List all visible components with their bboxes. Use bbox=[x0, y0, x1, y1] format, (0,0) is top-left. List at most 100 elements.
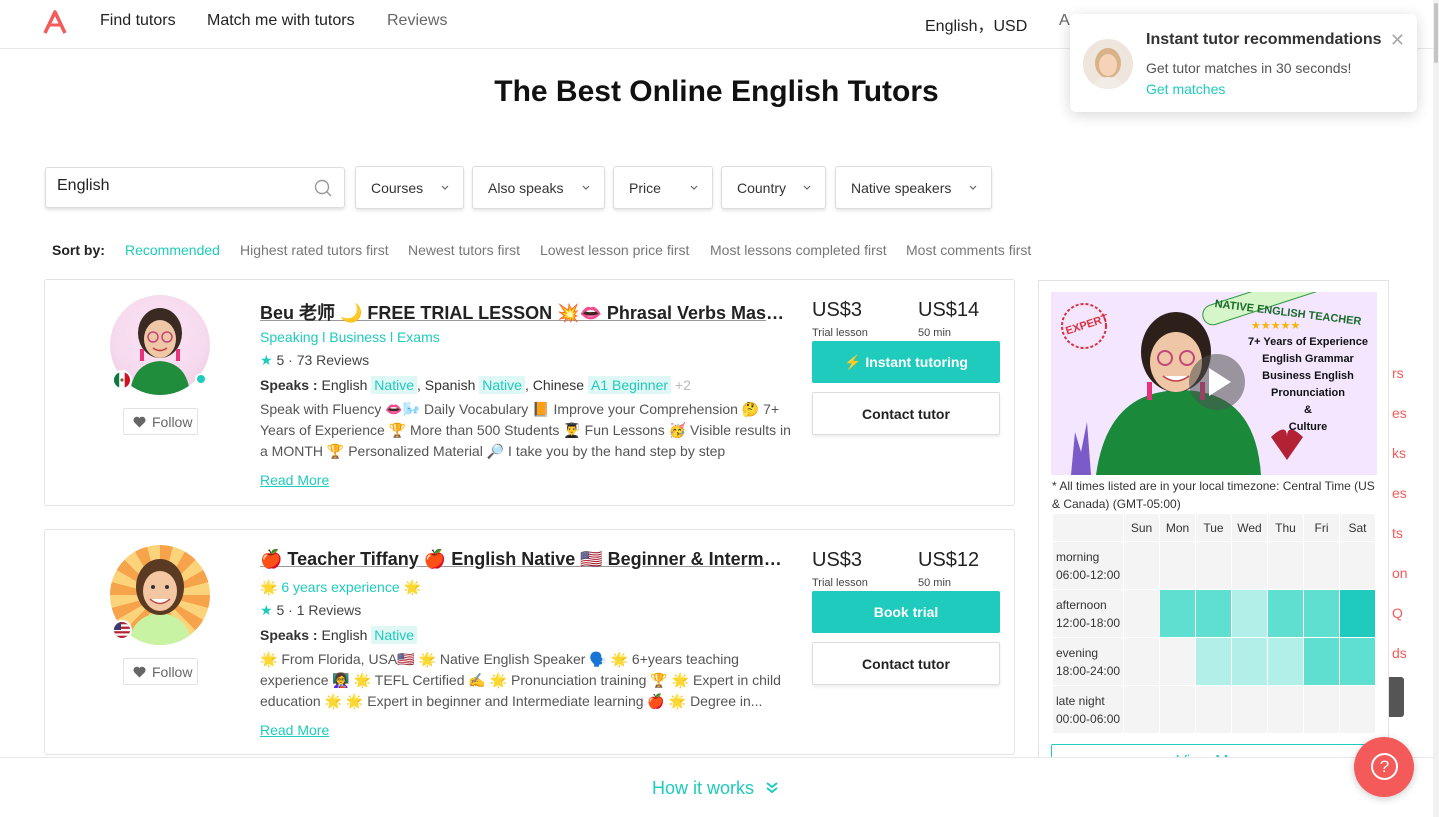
sort-recommended[interactable]: Recommended bbox=[125, 242, 220, 258]
logo-icon[interactable] bbox=[42, 10, 68, 34]
side-link-fragment[interactable]: es bbox=[1392, 485, 1407, 501]
search-icon[interactable] bbox=[314, 179, 332, 197]
timezone-note: * All times listed are in your local tim… bbox=[1052, 479, 1375, 511]
sort-lowest-price[interactable]: Lowest lesson price first bbox=[540, 242, 689, 258]
sort-most-comments[interactable]: Most comments first bbox=[906, 242, 1031, 258]
locale-selector[interactable]: English，USD bbox=[925, 12, 1027, 36]
instant-tutoring-button[interactable]: ⚡ Instant tutoring bbox=[812, 341, 1000, 383]
follow-button[interactable]: Follow bbox=[123, 658, 198, 685]
more-languages[interactable]: +2 bbox=[675, 377, 691, 393]
tutor-languages: Speaks : English Native bbox=[260, 626, 417, 644]
availability-cell bbox=[1231, 685, 1268, 734]
read-more-link[interactable]: Read More bbox=[260, 722, 329, 738]
book-trial-button[interactable]: Book trial bbox=[812, 591, 1000, 633]
availability-cell bbox=[1195, 685, 1232, 734]
follow-label: Follow bbox=[152, 664, 193, 680]
availability-cell bbox=[1159, 637, 1196, 686]
lesson-price: US$12 bbox=[918, 549, 980, 571]
scrollbar[interactable] bbox=[1433, 0, 1439, 817]
review-count[interactable]: 73 Reviews bbox=[297, 352, 369, 368]
availability-cell bbox=[1267, 541, 1304, 590]
intro-video[interactable]: EXPERT NATIVE ENGLISH TEACHER ★★★★★ 7+ Y… bbox=[1051, 292, 1377, 475]
availability-cell bbox=[1339, 637, 1376, 686]
availability-cell bbox=[1231, 637, 1268, 686]
side-tab[interactable] bbox=[1389, 677, 1404, 717]
review-count[interactable]: 1 Reviews bbox=[297, 602, 362, 618]
tutor-card[interactable]: Follow Beu 老师 🌙 FREE TRIAL LESSON 💥👄 Phr… bbox=[44, 279, 1015, 506]
nav-truncated-item[interactable]: A bbox=[1059, 12, 1070, 30]
nav-match-me[interactable]: Match me with tutors bbox=[207, 12, 355, 30]
sort-newest[interactable]: Newest tutors first bbox=[408, 242, 520, 258]
speaks-label: Speaks : bbox=[260, 627, 318, 643]
filter-also-speaks[interactable]: Also speaks bbox=[472, 166, 605, 209]
filter-price[interactable]: Price bbox=[613, 166, 713, 209]
chevron-down-icon bbox=[582, 185, 590, 190]
side-link-fragment[interactable]: on bbox=[1392, 565, 1408, 581]
contact-tutor-button[interactable]: Contact tutor bbox=[812, 392, 1000, 435]
sort-most-lessons[interactable]: Most lessons completed first bbox=[710, 242, 887, 258]
availability-cell bbox=[1159, 589, 1196, 638]
lesson-duration: 50 min bbox=[918, 577, 952, 589]
language-level: Native bbox=[479, 376, 525, 394]
schedule-row: late night 00:00-06:00 bbox=[1052, 685, 1376, 734]
filter-country[interactable]: Country bbox=[721, 166, 826, 209]
nav-find-tutors[interactable]: Find tutors bbox=[100, 12, 176, 30]
availability-cell bbox=[1339, 685, 1376, 734]
side-link-fragment[interactable]: ds bbox=[1392, 645, 1407, 661]
video-text: 7+ Years of Experience English Grammar B… bbox=[1233, 334, 1377, 436]
language-level: A1 Beginner bbox=[587, 376, 672, 394]
online-status-dot bbox=[195, 373, 207, 385]
scrollbar-thumb[interactable] bbox=[1434, 3, 1438, 63]
availability-cell bbox=[1339, 541, 1376, 590]
availability-cell bbox=[1231, 541, 1268, 590]
side-link-fragment[interactable]: es bbox=[1392, 405, 1407, 421]
close-icon[interactable]: ✕ bbox=[1390, 30, 1405, 51]
availability-cell bbox=[1267, 589, 1304, 638]
availability-cell bbox=[1267, 685, 1304, 734]
language: English bbox=[321, 627, 368, 643]
tutor-name[interactable]: 🍎 Teacher Tiffany 🍎 English Native 🇺🇸 Be… bbox=[260, 549, 790, 570]
lesson-duration: 50 min bbox=[918, 327, 952, 339]
bottom-bar: How it works bbox=[0, 757, 1433, 817]
nav-reviews[interactable]: Reviews bbox=[387, 12, 447, 30]
chevron-down-icon bbox=[969, 185, 977, 190]
search-input[interactable] bbox=[57, 177, 297, 195]
sort-highest-rated[interactable]: Highest rated tutors first bbox=[240, 242, 389, 258]
availability-cell bbox=[1303, 685, 1340, 734]
filter-courses[interactable]: Courses bbox=[355, 166, 464, 209]
follow-button[interactable]: Follow bbox=[123, 408, 198, 435]
tutor-card[interactable]: Follow 🍎 Teacher Tiffany 🍎 English Nativ… bbox=[44, 529, 1015, 755]
side-link-fragment[interactable]: Q bbox=[1392, 605, 1403, 621]
tutor-rating: ★ 5 · 1 Reviews bbox=[260, 602, 362, 618]
video-line: Business English bbox=[1262, 370, 1354, 382]
get-matches-link[interactable]: Get matches bbox=[1146, 81, 1225, 97]
side-link-fragment[interactable]: ks bbox=[1392, 445, 1406, 461]
help-button[interactable]: ? bbox=[1354, 737, 1414, 797]
how-it-works-link[interactable]: How it works bbox=[652, 778, 779, 799]
trial-price: US$3 bbox=[812, 549, 863, 571]
day-header: Wed bbox=[1231, 513, 1268, 542]
star-icon: ★ bbox=[260, 602, 273, 618]
heart-icon bbox=[133, 666, 146, 678]
read-more-link[interactable]: Read More bbox=[260, 472, 329, 488]
tutor-name[interactable]: Beu 老师 🌙 FREE TRIAL LESSON 💥👄 Phrasal Ve… bbox=[260, 299, 790, 325]
video-line: Culture bbox=[1288, 421, 1328, 433]
availability-cell bbox=[1195, 541, 1232, 590]
schedule-row: evening 18:00-24:00 bbox=[1052, 637, 1376, 686]
availability-cell bbox=[1123, 541, 1160, 590]
filter-label: Native speakers bbox=[851, 180, 952, 196]
filter-native-speakers[interactable]: Native speakers bbox=[835, 166, 992, 209]
slot-label: evening 18:00-24:00 bbox=[1052, 637, 1124, 686]
search-box[interactable] bbox=[45, 167, 345, 208]
contact-tutor-button[interactable]: Contact tutor bbox=[812, 642, 1000, 685]
tutor-preview-panel: EXPERT NATIVE ENGLISH TEACHER ★★★★★ 7+ Y… bbox=[1038, 280, 1389, 791]
toast-avatar bbox=[1083, 39, 1133, 89]
rating-value: 5 bbox=[276, 602, 285, 618]
schedule-row: afternoon 12:00-18:00 bbox=[1052, 589, 1376, 638]
sort-label: Sort by: bbox=[52, 242, 105, 258]
side-link-fragment[interactable]: rs bbox=[1392, 365, 1404, 381]
tutor-description: 🌟 From Florida, USA🇺🇸 🌟 Native English S… bbox=[260, 651, 781, 709]
side-link-fragment[interactable]: ts bbox=[1392, 525, 1403, 541]
slot-hours: 18:00-24:00 bbox=[1056, 663, 1121, 678]
slot-label: afternoon 12:00-18:00 bbox=[1052, 589, 1124, 638]
